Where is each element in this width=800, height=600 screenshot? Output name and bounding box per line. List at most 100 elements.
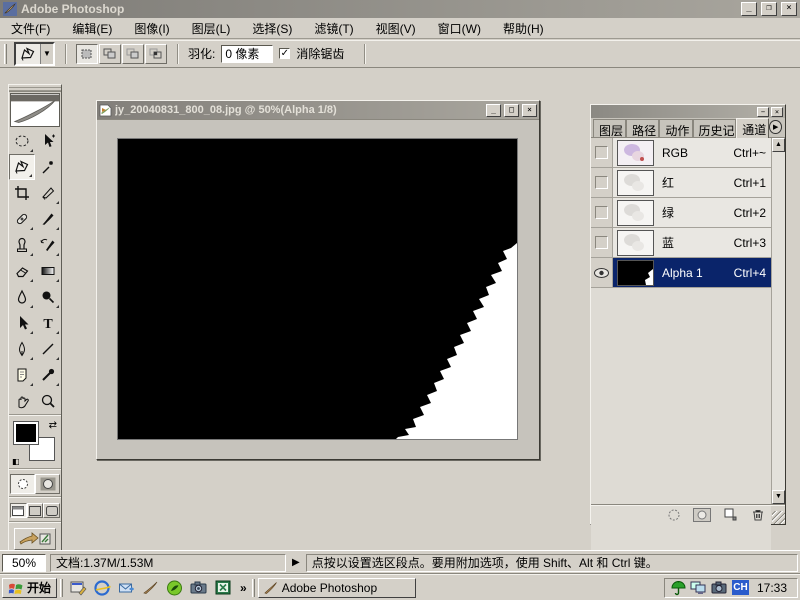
new-selection-button[interactable] bbox=[76, 44, 98, 64]
palette-scrollbar[interactable]: ▲ ▼ bbox=[771, 138, 785, 504]
document-titlebar[interactable]: jy_20040831_800_08.jpg @ 50%(Alpha 1/8) … bbox=[97, 101, 539, 119]
close-button[interactable]: × bbox=[781, 2, 797, 16]
tab-history[interactable]: 历史记 bbox=[693, 119, 737, 137]
options-bar-grip[interactable] bbox=[4, 44, 7, 64]
eye-toggle[interactable] bbox=[595, 206, 608, 219]
tab-channels[interactable]: 通道 bbox=[736, 118, 769, 138]
doc-maximize-button[interactable]: □ bbox=[504, 104, 519, 117]
fullscreen-mode-button[interactable] bbox=[43, 503, 60, 518]
ime-indicator[interactable]: CH bbox=[732, 580, 749, 595]
visibility-cell[interactable] bbox=[591, 228, 613, 257]
visibility-cell[interactable] bbox=[591, 138, 613, 167]
tool-crop[interactable] bbox=[9, 180, 35, 206]
tool-history-brush[interactable] bbox=[35, 232, 61, 258]
delete-channel-button[interactable] bbox=[749, 508, 767, 522]
feather-input[interactable] bbox=[221, 45, 273, 63]
tool-preset-picker[interactable]: ▼ bbox=[14, 42, 55, 66]
eye-toggle[interactable] bbox=[595, 236, 608, 249]
palette-titlebar[interactable]: − × bbox=[591, 105, 785, 118]
tray-camera-icon[interactable] bbox=[711, 581, 728, 595]
menu-view[interactable]: 视图(V) bbox=[365, 18, 427, 39]
photoshop-quicklaunch-icon[interactable] bbox=[141, 578, 160, 597]
tab-layers[interactable]: 图层 bbox=[593, 119, 626, 137]
channel-row-green[interactable]: 绿 Ctrl+2 bbox=[591, 198, 771, 228]
antivirus-umbrella-icon[interactable] bbox=[671, 580, 686, 596]
menu-file[interactable]: 文件(F) bbox=[0, 18, 61, 39]
add-to-selection-button[interactable] bbox=[99, 44, 121, 64]
status-popup-arrow[interactable]: ▶ bbox=[292, 557, 300, 568]
tool-elliptical-marquee[interactable] bbox=[9, 128, 35, 154]
foreground-color-swatch[interactable] bbox=[14, 422, 38, 444]
fullscreen-with-menubar-button[interactable] bbox=[27, 503, 44, 518]
zoom-level-field[interactable]: 50% bbox=[2, 554, 46, 572]
palette-close-button[interactable]: × bbox=[771, 107, 783, 117]
tool-blur[interactable] bbox=[9, 284, 35, 310]
menu-window[interactable]: 窗口(W) bbox=[427, 18, 492, 39]
image-canvas[interactable] bbox=[117, 138, 518, 440]
palette-minimize-button[interactable]: − bbox=[757, 107, 769, 117]
outlook-express-icon[interactable] bbox=[117, 578, 136, 597]
tool-eraser[interactable] bbox=[9, 258, 35, 284]
tool-notes[interactable] bbox=[9, 362, 35, 388]
chevron-down-icon[interactable]: ▼ bbox=[40, 44, 53, 64]
tool-path-selection[interactable] bbox=[9, 310, 35, 336]
quick-mask-mode-button[interactable] bbox=[35, 474, 60, 494]
tool-pen[interactable] bbox=[9, 336, 35, 362]
subtract-from-selection-button[interactable] bbox=[122, 44, 144, 64]
toolbox-drag-handle[interactable] bbox=[9, 85, 61, 92]
tool-gradient[interactable] bbox=[35, 258, 61, 284]
tool-zoom[interactable] bbox=[35, 388, 61, 414]
taskbar-clock[interactable]: 17:33 bbox=[753, 581, 791, 595]
tool-slice[interactable] bbox=[35, 180, 61, 206]
default-colors-icon[interactable]: ◧ bbox=[12, 457, 20, 466]
media-player-icon[interactable] bbox=[165, 578, 184, 597]
load-selection-button[interactable] bbox=[665, 508, 683, 522]
channel-row-red[interactable]: 红 Ctrl+1 bbox=[591, 168, 771, 198]
menu-filter[interactable]: 滤镜(T) bbox=[303, 18, 364, 39]
visibility-cell[interactable] bbox=[591, 258, 613, 287]
tool-type[interactable]: T bbox=[35, 310, 61, 336]
network-computer-icon[interactable] bbox=[690, 580, 707, 595]
palette-menu-button[interactable]: ▶ bbox=[769, 120, 782, 134]
menu-help[interactable]: 帮助(H) bbox=[492, 18, 555, 39]
menu-edit[interactable]: 编辑(E) bbox=[61, 18, 123, 39]
minimize-button[interactable]: _ bbox=[741, 2, 757, 16]
save-selection-as-channel-button[interactable] bbox=[693, 508, 711, 522]
quicklaunch-overflow-chevron[interactable]: » bbox=[238, 581, 249, 595]
start-button[interactable]: 开始 bbox=[2, 578, 57, 598]
tool-brush[interactable] bbox=[35, 206, 61, 232]
doc-minimize-button[interactable]: _ bbox=[486, 104, 501, 117]
menu-select[interactable]: 选择(S) bbox=[241, 18, 303, 39]
intersect-selection-button[interactable] bbox=[145, 44, 167, 64]
eye-toggle[interactable] bbox=[595, 146, 608, 159]
tool-healing-brush[interactable] bbox=[9, 206, 35, 232]
scroll-down-arrow[interactable]: ▼ bbox=[772, 490, 785, 504]
camera-icon[interactable] bbox=[189, 578, 208, 597]
photoshop-feather-logo[interactable] bbox=[10, 93, 60, 127]
tool-hand[interactable] bbox=[9, 388, 35, 414]
palette-resize-grip[interactable] bbox=[772, 511, 785, 524]
visibility-cell[interactable] bbox=[591, 198, 613, 227]
menu-image[interactable]: 图像(I) bbox=[123, 18, 180, 39]
show-desktop-icon[interactable] bbox=[69, 578, 88, 597]
tab-actions[interactable]: 动作 bbox=[659, 119, 692, 137]
channel-row-blue[interactable]: 蓝 Ctrl+3 bbox=[591, 228, 771, 258]
tool-eyedropper[interactable] bbox=[35, 362, 61, 388]
tab-paths[interactable]: 路径 bbox=[626, 119, 659, 137]
tool-polygonal-lasso[interactable] bbox=[9, 154, 35, 180]
standard-mode-button[interactable] bbox=[10, 474, 35, 494]
swap-colors-icon[interactable]: ⇄ bbox=[49, 420, 57, 431]
scroll-up-arrow[interactable]: ▲ bbox=[772, 138, 785, 152]
tool-clone-stamp[interactable] bbox=[9, 232, 35, 258]
tool-dodge[interactable] bbox=[35, 284, 61, 310]
tool-move[interactable] bbox=[35, 128, 61, 154]
menu-layer[interactable]: 图层(L) bbox=[181, 18, 242, 39]
doc-close-button[interactable]: × bbox=[522, 104, 537, 117]
channel-row-rgb[interactable]: RGB Ctrl+~ bbox=[591, 138, 771, 168]
antialias-checkbox[interactable]: ✓ bbox=[279, 48, 290, 59]
eye-toggle[interactable] bbox=[595, 176, 608, 189]
standard-screen-mode-button[interactable] bbox=[10, 503, 27, 518]
internet-explorer-icon[interactable] bbox=[93, 578, 112, 597]
jump-to-imageready-button[interactable] bbox=[14, 528, 56, 550]
channel-row-alpha1[interactable]: Alpha 1 Ctrl+4 bbox=[591, 258, 771, 288]
